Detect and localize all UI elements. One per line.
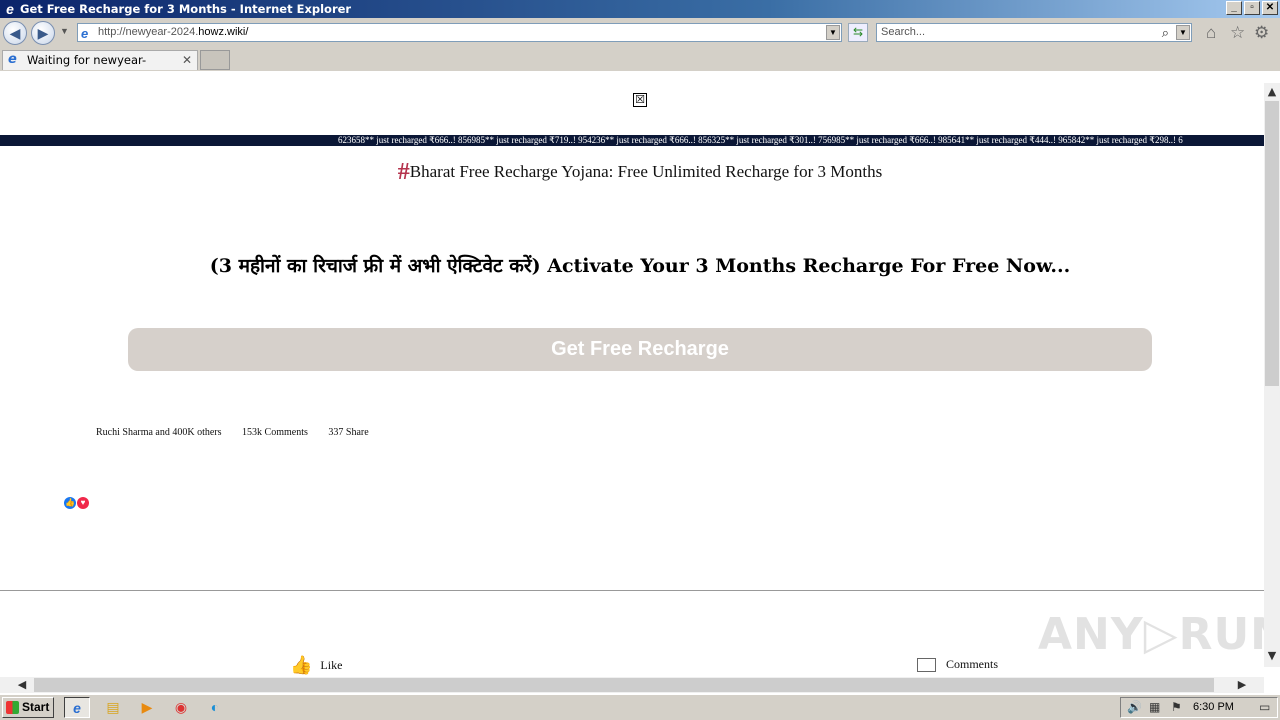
refresh-button[interactable]: ⇆ <box>848 23 868 42</box>
comments-button[interactable]: Comments <box>917 657 998 672</box>
heading-text: Bharat Free Recharge Yojana: Free Unlimi… <box>409 162 883 181</box>
start-label: Start <box>22 700 50 714</box>
comments-count[interactable]: 153k Comments <box>242 427 308 438</box>
horizontal-scroll-thumb[interactable] <box>34 678 1214 692</box>
reaction-icons: 👍 ♥ <box>64 497 90 509</box>
scroll-left-icon[interactable]: ◀ <box>14 678 30 691</box>
page-content: ☒ 623658** just recharged ₹666..! 856985… <box>0 71 1264 677</box>
like-reaction-icon: 👍 <box>64 497 76 509</box>
search-icon[interactable]: ⌕ <box>1162 24 1169 41</box>
taskbar-edge-icon[interactable]: ◐ <box>202 697 228 718</box>
navigation-bar: ◀ ▶ ▼ e http://newyear-2024.howz.wiki/ ▼… <box>0 18 1280 48</box>
page-subheading: (3 महीनों का रिचार्ज फ्री में अभी ऐक्टिव… <box>209 255 1071 277</box>
url-prefix: http://newyear-2024. <box>98 26 199 38</box>
network-icon[interactable]: ▦ <box>1149 698 1160 717</box>
back-button[interactable]: ◀ <box>3 21 27 45</box>
scroll-up-icon[interactable]: ▲ <box>1264 85 1280 98</box>
window-controls: _ ▫ ✕ <box>1226 1 1278 15</box>
favorites-star-icon[interactable]: ☆ <box>1230 24 1245 42</box>
gear-icon[interactable]: ⚙ <box>1254 24 1269 42</box>
horizontal-scrollbar[interactable]: ◀ ▶ <box>0 677 1264 693</box>
recharge-ticker: 623658** just recharged ₹666..! 856985**… <box>0 135 1264 146</box>
shares-count[interactable]: 337 Share <box>328 427 368 438</box>
divider <box>0 590 1264 591</box>
system-tray: 🔊 ▦ ⚑ 6:30 PM ▭ <box>1120 697 1278 718</box>
home-icon[interactable]: ⌂ <box>1206 24 1216 42</box>
address-bar[interactable]: e http://newyear-2024.howz.wiki/ ▼ <box>77 23 842 42</box>
tab-close-icon[interactable]: ✕ <box>182 51 192 69</box>
search-box[interactable]: Search... ⌕ ▼ <box>876 23 1192 42</box>
ticker-text: 623658** just recharged ₹666..! 856985**… <box>338 135 1183 145</box>
love-reaction-icon: ♥ <box>77 497 89 509</box>
like-label: Like <box>320 658 343 672</box>
search-input[interactable]: Search... <box>881 26 925 38</box>
clock[interactable]: 6:30 PM <box>1193 698 1234 717</box>
get-free-recharge-button[interactable]: Get Free Recharge <box>128 328 1152 371</box>
hash-icon: # <box>397 159 410 185</box>
page-ie-icon: e <box>81 26 89 41</box>
minimize-button[interactable]: _ <box>1226 1 1242 15</box>
taskbar-explorer-icon[interactable]: ▤ <box>100 697 126 718</box>
volume-icon[interactable]: 🔊 <box>1127 698 1142 717</box>
title-bar: e Get Free Recharge for 3 Months - Inter… <box>0 0 1280 18</box>
start-button[interactable]: Start <box>2 697 54 718</box>
action-center-flag-icon[interactable]: ⚑ <box>1171 698 1182 717</box>
comments-label: Comments <box>946 657 999 671</box>
taskbar-media-player-icon[interactable]: ▶ <box>134 697 160 718</box>
tab-ie-icon: e <box>8 52 17 67</box>
address-dropdown-icon[interactable]: ▼ <box>826 25 840 40</box>
new-tab-button[interactable] <box>200 50 230 70</box>
forward-button[interactable]: ▶ <box>31 21 55 45</box>
ie-logo-icon: e <box>6 1 14 17</box>
maximize-button[interactable]: ▫ <box>1244 1 1260 15</box>
vertical-scroll-thumb[interactable] <box>1265 101 1279 386</box>
like-button[interactable]: 👍 Like <box>290 655 342 676</box>
search-dropdown-icon[interactable]: ▼ <box>1176 25 1190 40</box>
social-stats: Ruchi Sharma and 400K others 153k Commen… <box>96 427 387 438</box>
scroll-down-icon[interactable]: ▼ <box>1264 649 1280 662</box>
history-dropdown-icon[interactable]: ▼ <box>60 26 69 36</box>
window-title: Get Free Recharge for 3 Months - Interne… <box>20 2 352 16</box>
thumbs-up-icon: 👍 <box>290 655 313 676</box>
vertical-scrollbar[interactable]: ▲ ▼ <box>1264 83 1280 667</box>
likes-count[interactable]: Ruchi Sharma and 400K others <box>96 427 222 438</box>
url-host: howz.wiki/ <box>198 26 249 38</box>
tab-active[interactable]: e Waiting for newyear-2024.h... ✕ <box>2 50 198 85</box>
taskbar-chrome-icon[interactable]: ◉ <box>168 697 194 718</box>
ad-close-icon[interactable]: ☒ <box>633 93 647 107</box>
taskbar-ie-icon[interactable]: e <box>64 697 90 718</box>
windows-flag-icon <box>6 701 19 714</box>
anyrun-watermark: ANY▷RUN <box>1038 609 1264 660</box>
taskbar: Start e ▤ ▶ ◉ ◐ 🔊 ▦ ⚑ 6:30 PM ▭ <box>0 694 1280 720</box>
close-window-button[interactable]: ✕ <box>1262 1 1278 15</box>
comment-icon <box>917 657 936 672</box>
page-heading: #Bharat Free Recharge Yojana: Free Unlim… <box>0 159 1264 186</box>
scroll-right-icon[interactable]: ▶ <box>1234 678 1250 691</box>
tab-bar: e Waiting for newyear-2024.h... ✕ <box>0 48 1280 85</box>
show-desktop-icon[interactable]: ▭ <box>1259 698 1270 717</box>
ie-window: e Get Free Recharge for 3 Months - Inter… <box>0 0 1280 720</box>
